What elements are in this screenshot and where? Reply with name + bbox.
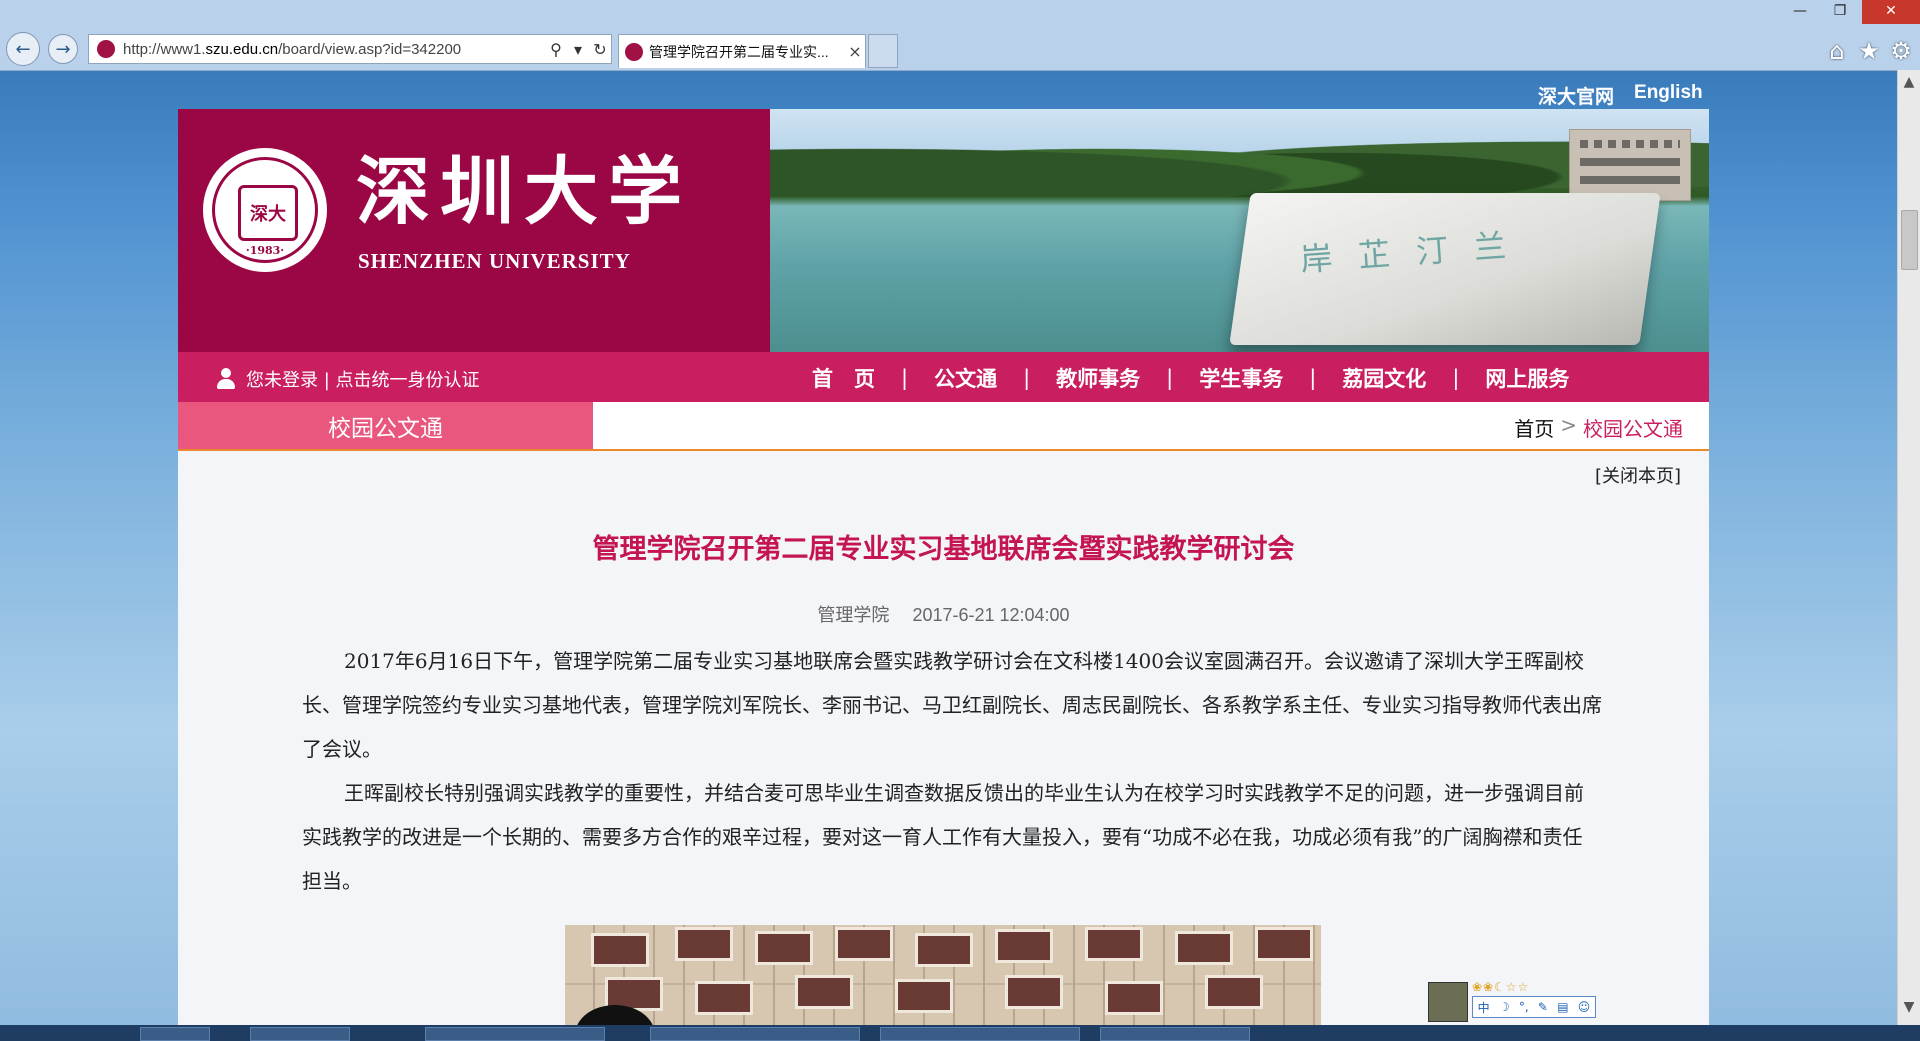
logo-panel[interactable]: 深大 ·1983· 深圳大学 SHENZHEN UNIVERSITY <box>178 109 770 352</box>
browser-tab-active[interactable]: 管理学院召开第二届专业实... × <box>618 34 866 68</box>
article-title: 管理学院召开第二届专业实习基地联席会暨实践教学研讨会 <box>592 534 1295 565</box>
nav-item-student-affairs[interactable]: 学生事务 <box>1173 363 1309 393</box>
back-arrow-icon[interactable]: ← <box>6 32 40 66</box>
nav-separator: | <box>901 366 909 390</box>
ime-smiley-icon[interactable]: ☺ <box>1578 1000 1591 1014</box>
article-meta: 管理学院 2017-6-21 12:04:00 <box>178 601 1709 627</box>
home-icon[interactable]: ⌂ <box>1822 36 1852 66</box>
ime-chinese-mode[interactable]: 中 <box>1478 999 1490 1016</box>
scroll-down-icon[interactable]: ▼ <box>1898 999 1920 1021</box>
login-link[interactable]: 您未登录 | 点击统一身份认证 <box>216 366 480 392</box>
close-page-link[interactable]: [关闭本页] <box>1595 462 1681 488</box>
favorites-star-icon[interactable]: ★ <box>1854 36 1884 66</box>
article-body: 2017年6月16日下午，管理学院第二届专业实习基地联席会暨实践教学研讨会在文科… <box>302 639 1602 903</box>
site-favicon-icon <box>97 40 115 58</box>
minimize-icon[interactable]: — <box>1780 0 1820 24</box>
logo-chinese: 深圳大学 <box>356 149 692 235</box>
breadcrumb: 首页 > 校园公文通 <box>1514 413 1683 442</box>
nav-separator: | <box>1452 366 1460 390</box>
new-tab-button[interactable] <box>868 34 898 68</box>
nav-separator: | <box>1166 366 1174 390</box>
main-nav: 您未登录 | 点击统一身份认证 首 页 | 公文通 | 教师事务 | 学生事务 … <box>178 352 1709 402</box>
scroll-up-icon[interactable]: ▲ <box>1898 74 1920 96</box>
ime-punctuation-icon[interactable]: °, <box>1519 1000 1529 1014</box>
page-container: 深大 ·1983· 深圳大学 SHENZHEN UNIVERSITY 岸芷汀兰 … <box>178 109 1709 1041</box>
restore-icon[interactable]: ❐ <box>1820 0 1860 24</box>
nav-item-home[interactable]: 首 页 <box>786 363 901 393</box>
top-links: 深大官网 English <box>1538 82 1703 109</box>
ime-tools-icon[interactable]: ✎ <box>1538 1000 1548 1014</box>
forward-arrow-icon[interactable]: → <box>48 34 78 64</box>
taskbar <box>0 1025 1920 1041</box>
tab-favicon-icon <box>625 42 643 61</box>
taskbar-item[interactable] <box>425 1027 605 1041</box>
university-seal-icon: 深大 ·1983· <box>203 148 327 272</box>
taskbar-item[interactable] <box>250 1027 350 1041</box>
article-paragraph: 2017年6月16日下午，管理学院第二届专业实习基地联席会暨实践教学研讨会在文科… <box>302 649 1602 761</box>
sub-header: 校园公文通 首页 > 校园公文通 <box>178 402 1709 451</box>
window-close-icon[interactable]: ✕ <box>1862 0 1920 24</box>
ime-toolbar[interactable]: ❀❀☾☆☆ 中 ☽ °, ✎ ▤ ☺ <box>1428 980 1598 1022</box>
section-title: 校园公文通 <box>178 402 593 449</box>
ime-keyboard-icon[interactable]: ▤ <box>1557 1000 1568 1014</box>
article-photo <box>565 925 1321 1041</box>
nav-item-culture[interactable]: 荔园文化 <box>1316 363 1452 393</box>
refresh-icon[interactable]: ↻ <box>589 40 611 59</box>
browser-chrome: ← → http://www1.szu.edu.cn/board/view.as… <box>0 0 1920 71</box>
campus-photo: 岸芷汀兰 <box>770 109 1709 352</box>
szu-home-link[interactable]: 深大官网 <box>1538 82 1614 109</box>
nav-item-teacher-affairs[interactable]: 教师事务 <box>1030 363 1166 393</box>
vertical-scrollbar[interactable]: ▲ ▼ <box>1897 70 1920 1025</box>
search-icon[interactable]: ⚲ <box>545 40 567 59</box>
article-paragraph: 王晖副校长特别强调实践教学的重要性，并结合麦可思毕业生调查数据反馈出的毕业生认为… <box>302 781 1584 893</box>
scroll-thumb[interactable] <box>1901 210 1918 270</box>
logo-english: SHENZHEN UNIVERSITY <box>358 249 631 273</box>
nav-item-documents[interactable]: 公文通 <box>908 363 1023 393</box>
nav-separator: | <box>1309 366 1317 390</box>
tab-title: 管理学院召开第二届专业实... <box>649 43 829 60</box>
breadcrumb-arrow: > <box>1560 413 1577 437</box>
ime-avatar-icon[interactable] <box>1428 982 1468 1022</box>
user-icon <box>216 368 236 390</box>
nav-item-online-services[interactable]: 网上服务 <box>1459 363 1595 393</box>
taskbar-item[interactable] <box>880 1027 1080 1041</box>
taskbar-item[interactable] <box>650 1027 860 1041</box>
breadcrumb-home[interactable]: 首页 <box>1514 413 1554 442</box>
site-banner: 深大 ·1983· 深圳大学 SHENZHEN UNIVERSITY 岸芷汀兰 <box>178 109 1709 352</box>
tab-close-icon[interactable]: × <box>845 42 865 61</box>
login-text[interactable]: 您未登录 | 点击统一身份认证 <box>246 366 480 392</box>
ime-bar[interactable]: 中 ☽ °, ✎ ▤ ☺ <box>1472 996 1596 1018</box>
article-datetime: 2017-6-21 12:04:00 <box>912 605 1070 625</box>
nav-menu: 首 页 | 公文通 | 教师事务 | 学生事务 | 荔园文化 | 网上服务 <box>786 363 1595 393</box>
url-text[interactable]: http://www1.szu.edu.cn/board/view.asp?id… <box>123 41 545 58</box>
settings-gear-icon[interactable]: ⚙ <box>1886 36 1916 66</box>
taskbar-item[interactable] <box>140 1027 210 1041</box>
address-bar[interactable]: http://www1.szu.edu.cn/board/view.asp?id… <box>88 34 612 64</box>
nav-separator: | <box>1023 366 1031 390</box>
breadcrumb-current[interactable]: 校园公文通 <box>1583 413 1683 442</box>
article-department: 管理学院 <box>817 605 890 625</box>
ime-moon-icon[interactable]: ☽ <box>1499 1000 1510 1014</box>
dropdown-arrow-icon[interactable]: ▾ <box>567 40 589 59</box>
english-link[interactable]: English <box>1634 82 1703 109</box>
taskbar-item[interactable] <box>1100 1027 1250 1041</box>
ime-status-stars: ❀❀☾☆☆ <box>1472 980 1530 994</box>
